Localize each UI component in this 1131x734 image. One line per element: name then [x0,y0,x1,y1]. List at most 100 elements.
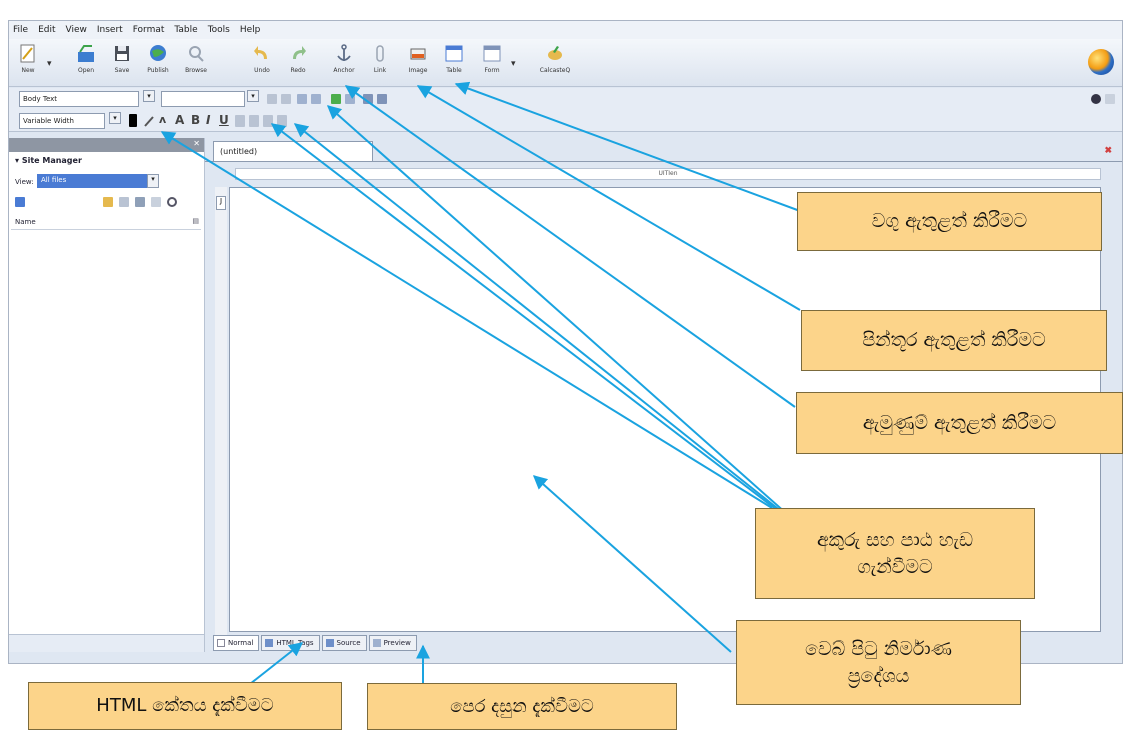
menu-insert[interactable]: Insert [97,25,123,35]
site-manager-title[interactable]: ▾ Site Manager [15,156,82,165]
publish-button[interactable]: Publish [141,43,175,83]
edit-icon[interactable] [135,197,145,207]
table-icon [445,45,463,62]
align-icon[interactable] [331,94,341,104]
new-dropdown-caret[interactable]: ▾ [47,59,52,69]
new-folder-icon[interactable] [103,197,113,207]
nav-back-icon[interactable] [1105,94,1115,104]
delete-icon[interactable] [151,197,161,207]
align-center-icon[interactable] [345,94,355,104]
form-dropdown-caret[interactable]: ▾ [511,59,516,69]
save-label: Save [114,67,130,74]
align-right-icon[interactable] [363,94,373,104]
smaller-font-icon[interactable]: ʌ [159,113,166,126]
browser-globe-icon[interactable] [1088,49,1114,75]
main-toolbar: New ▾ Open Save Publish Browse Undo Redo [9,39,1122,87]
menu-bar: File Edit View Insert Format Table Tools… [9,21,1122,39]
menu-edit[interactable]: Edit [38,25,55,35]
align-justify-icon[interactable] [277,115,287,127]
menu-file[interactable]: File [13,25,28,35]
source-tab-icon [325,639,334,647]
paragraph-style-dropdown[interactable]: ▾ [143,90,155,102]
sidebar-header: ✕ [9,138,204,152]
close-document-icon[interactable]: ✖ [1104,145,1112,156]
open-label: Open [77,67,95,74]
form-icon [483,45,501,62]
align-left-icon[interactable] [235,115,245,127]
callout-insert-image: පින්තූර ඇතුළත් කිරීමට [801,310,1107,371]
highlight-icon[interactable] [143,114,157,128]
align-center-2-icon[interactable] [249,115,259,127]
italic-button[interactable]: I [206,113,210,127]
menu-view[interactable]: View [66,25,87,35]
editor-gutter [215,187,227,647]
name-column-header[interactable]: Name [15,218,36,226]
column-picker-icon[interactable]: ▤ [192,217,199,225]
indent-icon[interactable] [311,94,321,104]
format-toolbar-1: Body Text ▾ ▾ [9,88,1122,110]
document-tab[interactable]: (untitled) [213,141,373,161]
font-select[interactable] [161,91,245,107]
font-select-dropdown[interactable]: ▾ [247,90,259,102]
menu-help[interactable]: Help [240,25,261,35]
tab-preview[interactable]: Preview [368,635,417,651]
form-label: Form [484,67,500,74]
anchor-button[interactable]: Anchor [327,43,361,83]
justify-icon[interactable] [377,94,387,104]
menu-table[interactable]: Table [174,25,197,35]
larger-font-icon[interactable]: A [175,113,184,127]
tab-source[interactable]: Source [321,635,367,651]
image-icon [410,48,426,60]
new-button[interactable]: New [11,43,45,83]
file-list-header: Name ▤ [11,216,201,230]
align-right-2-icon[interactable] [263,115,273,127]
open-button[interactable]: Open [69,43,103,83]
font-family-dropdown[interactable]: ▾ [109,112,121,124]
browse-label: Browse [185,67,207,74]
tab-html-tags[interactable]: HTML Tags [261,635,320,651]
undo-button[interactable]: Undo [245,43,279,83]
view-select[interactable]: All files [37,174,147,188]
sidebar-close-icon[interactable]: ✕ [193,139,200,148]
callout-page-area-line2: ප්‍රදේශය [847,664,910,687]
callout-insert-table: වගු ඇතුළත් කිරීමට [797,192,1102,251]
cascade-label: CalcasteQ [539,67,571,74]
rename-icon[interactable] [119,197,129,207]
callout-preview: පෙර දසුන දැක්වීමට [367,683,677,730]
cascade-button[interactable]: CalcasteQ [535,43,575,83]
publish-icon [150,45,166,61]
numbered-list-icon[interactable] [267,94,277,104]
bold-button[interactable]: B [191,113,200,127]
tab-html-tags-label: HTML Tags [276,639,314,647]
menu-tools[interactable]: Tools [208,25,230,35]
sidebar-toolbar [15,196,199,210]
publish-label: Publish [147,67,169,74]
redo-button[interactable]: Redo [281,43,315,83]
paragraph-style-select[interactable]: Body Text [19,91,139,107]
text-color-icon[interactable] [129,114,137,127]
form-button[interactable]: Form [475,43,509,83]
tab-normal-label: Normal [228,639,254,647]
tab-normal[interactable]: Normal [213,635,260,651]
table-label: Table [446,67,462,74]
underline-button[interactable]: U [219,113,229,127]
bullet-list-icon[interactable] [281,94,291,104]
outdent-icon[interactable] [297,94,307,104]
save-button[interactable]: Save [105,43,139,83]
view-select-dropdown[interactable]: ▾ [147,174,159,188]
new-page-icon [20,44,35,63]
callout-page-area-line1: වෙබ් පිටු නිර්මාණ [805,637,952,660]
menu-format[interactable]: Format [133,25,165,35]
refresh-icon[interactable] [167,197,177,207]
link-button[interactable]: Link [363,43,397,83]
image-button[interactable]: Image [401,43,435,83]
status-dot-icon [1091,94,1101,104]
link-label: Link [373,67,387,74]
tab-preview-label: Preview [383,639,411,647]
browse-button[interactable]: Browse [179,43,213,83]
callout-text-format-line2: ගැන්වීමට [857,555,933,578]
font-family-select[interactable]: Variable Width [19,113,105,129]
anchor-icon [337,44,351,61]
site-settings-icon[interactable] [15,197,25,207]
table-button[interactable]: Table [437,43,471,83]
